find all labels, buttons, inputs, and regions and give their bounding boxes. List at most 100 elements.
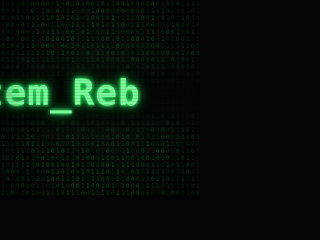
binary-digit: 1 (141, 22, 145, 29)
binary-digit: 1 (131, 162, 135, 169)
binary-digit: 0 (131, 43, 135, 50)
binary-digit: 1 (91, 36, 95, 43)
binary-digit: 1 (171, 155, 175, 162)
binary-digit: 0 (136, 15, 140, 22)
binary-digit: 1 (1, 22, 5, 29)
binary-digit: 0 (136, 43, 140, 50)
binary-digit: 1 (26, 148, 30, 155)
binary-digit: 1 (31, 176, 35, 183)
binary-digit: 1 (56, 148, 60, 155)
binary-digit: 1 (61, 183, 65, 190)
binary-digit: 0 (96, 8, 100, 15)
binary-digit: 0 (111, 155, 115, 162)
binary-digit: 1 (181, 148, 185, 155)
binary-digit: 0 (16, 22, 20, 29)
binary-digit: 1 (71, 162, 75, 169)
binary-digit: 0 (131, 176, 135, 183)
binary-digit: 0 (76, 141, 80, 148)
binary-digit: 1 (181, 169, 185, 176)
binary-digit: 1 (41, 15, 45, 22)
binary-digit: 0 (96, 162, 100, 169)
binary-digit: 0 (106, 22, 110, 29)
binary-digit: 1 (116, 162, 120, 169)
binary-digit: 1 (191, 155, 195, 162)
binary-digit: 1 (51, 22, 55, 29)
binary-digit: 0 (6, 148, 10, 155)
binary-digit: 1 (101, 43, 105, 50)
binary-digit: 0 (151, 1, 155, 8)
binary-digit: 0 (131, 169, 135, 176)
binary-digit: 1 (176, 176, 180, 183)
binary-digit: 1 (26, 1, 30, 8)
binary-digit: 1 (6, 15, 10, 22)
binary-digit: 0 (196, 22, 200, 29)
binary-digit: 1 (111, 183, 115, 190)
binary-digit: 0 (151, 176, 155, 183)
binary-digit: 0 (136, 190, 140, 197)
binary-digit: 1 (16, 15, 20, 22)
binary-digit: 0 (91, 183, 95, 190)
binary-digit: 1 (176, 162, 180, 169)
binary-digit: 1 (26, 183, 30, 190)
binary-digit: 1 (121, 183, 125, 190)
binary-digit: 1 (101, 15, 105, 22)
binary-digit: 0 (46, 141, 50, 148)
binary-digit: 0 (136, 176, 140, 183)
binary-digit: 1 (121, 141, 125, 148)
binary-digit: 0 (96, 22, 100, 29)
binary-digit: 1 (1, 169, 5, 176)
binary-digit: 1 (21, 148, 25, 155)
binary-digit: 1 (126, 169, 130, 176)
binary-digit: 1 (116, 155, 120, 162)
binary-digit: 0 (166, 8, 170, 15)
binary-digit: 1 (171, 43, 175, 50)
binary-digit: 1 (161, 169, 165, 176)
binary-digit: 1 (1, 183, 5, 190)
binary-digit: 1 (161, 176, 165, 183)
binary-digit: 1 (66, 169, 70, 176)
binary-digit: 0 (136, 1, 140, 8)
binary-digit: 0 (151, 190, 155, 197)
binary-digit: 0 (106, 8, 110, 15)
binary-digit: 1 (171, 176, 175, 183)
binary-digit: 0 (61, 43, 65, 50)
binary-digit: 0 (166, 176, 170, 183)
binary-digit: 1 (86, 43, 90, 50)
binary-digit: 0 (191, 190, 195, 197)
binary-digit: 1 (101, 22, 105, 29)
binary-digit: 1 (81, 36, 85, 43)
binary-digit: 1 (31, 36, 35, 43)
binary-digit: 0 (91, 29, 95, 36)
binary-digit: 1 (191, 1, 195, 8)
binary-digit: 1 (56, 43, 60, 50)
binary-digit: 0 (16, 36, 20, 43)
binary-digit: 1 (51, 183, 55, 190)
binary-digit: 1 (186, 148, 190, 155)
binary-digit: 1 (81, 176, 85, 183)
binary-digit: 1 (151, 155, 155, 162)
binary-digit: 1 (156, 190, 160, 197)
binary-digit: 1 (41, 162, 45, 169)
binary-digit: 1 (121, 155, 125, 162)
binary-digit: 0 (136, 148, 140, 155)
binary-digit: 0 (191, 43, 195, 50)
binary-digit: 1 (181, 190, 185, 197)
binary-digit: 1 (16, 162, 20, 169)
binary-digit: 1 (191, 169, 195, 176)
binary-digit: 0 (156, 169, 160, 176)
binary-digit: 1 (116, 141, 120, 148)
binary-digit: 0 (6, 22, 10, 29)
binary-digit: 0 (61, 162, 65, 169)
binary-digit: 1 (181, 176, 185, 183)
binary-digit: 0 (56, 155, 60, 162)
binary-digit: 0 (126, 8, 130, 15)
binary-digit: 0 (46, 43, 50, 50)
binary-digit: 0 (41, 169, 45, 176)
binary-digit: 1 (156, 176, 160, 183)
binary-digit: 1 (146, 29, 150, 36)
binary-digit: 0 (116, 15, 120, 22)
binary-digit: 1 (21, 43, 25, 50)
binary-digit: 0 (196, 15, 200, 22)
binary-digit: 1 (21, 155, 25, 162)
binary-digit: 1 (96, 1, 100, 8)
